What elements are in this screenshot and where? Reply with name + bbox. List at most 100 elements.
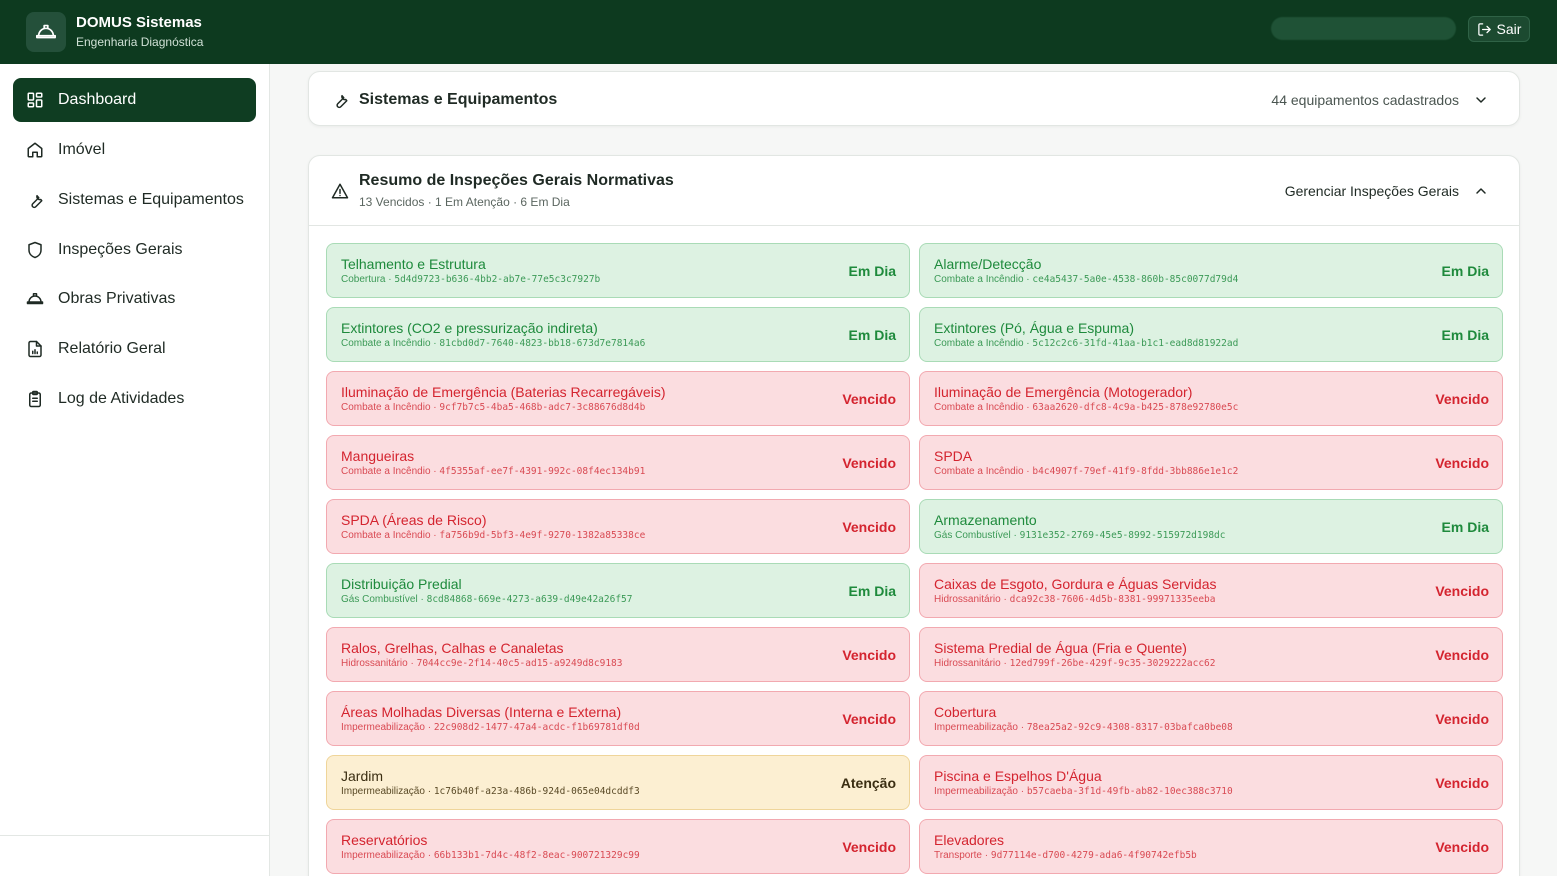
inspection-item[interactable]: SPDA Combate a Incêndio · b4c4907f-79ef-4… [919,435,1503,490]
inspection-item[interactable]: Armazenamento Gás Combustível · 9131e352-… [919,499,1503,554]
sidebar-item-relatorio[interactable]: Relatório Geral [13,327,256,371]
inspection-id: 9d77114e-d700-4279-ada6-4f90742efb5b [990,850,1197,861]
inspection-item[interactable]: Mangueiras Combate a Incêndio · 4f5355af-… [326,435,910,490]
equipment-count: 44 equipamentos cadastrados [1271,91,1459,108]
inspection-meta: Combate a Incêndio · 5c12c2c6-31fd-41aa-… [934,337,1488,351]
inspection-meta: Impermeabilização · b57caeba-3f1d-49fb-a… [934,785,1488,799]
user-badge[interactable] [1271,17,1456,40]
inspection-category: Impermeabilização [341,850,425,861]
inspections-grid: Telhamento e Estrutura Cobertura · 5d4d97… [326,243,1503,874]
inspections-header[interactable]: Resumo de Inspeções Gerais Normativas 13… [309,156,1519,226]
sidebar-item-label: Sistemas e Equipamentos [58,191,244,208]
meta-separator: · [1017,722,1027,733]
inspection-id: 8cd84868-669e-4273-a639-d49e42a26f57 [426,594,633,605]
inspection-name: Áreas Molhadas Diversas (Interna e Exter… [341,704,622,720]
inspection-item[interactable]: Piscina e Espelhos D'Água Impermeabilizaç… [919,755,1503,810]
inspection-category: Combate a Incêndio [341,530,431,541]
inspection-category: Gás Combustível [934,530,1011,541]
inspection-id: 5d4d9723-b636-4bb2-ab7e-77e5c3c7927b [394,274,601,285]
inspection-category: Hidrossanitário [934,594,1001,605]
inspection-id: 5c12c2c6-31fd-41aa-b1c1-ead8d81922ad [1032,338,1239,349]
inspection-id: 9cf7b7c5-4ba5-468b-adc7-3c88676d8d4b [439,402,646,413]
grid-icon [27,92,43,108]
inspection-item[interactable]: Jardim Impermeabilização · 1c76b40f-a23a-… [326,755,910,810]
inspection-meta: Combate a Incêndio · b4c4907f-79ef-41f9-… [934,465,1488,479]
inspection-item[interactable]: Sistema Predial de Água (Fria e Quente) H… [919,627,1503,682]
meta-separator: · [424,850,434,861]
inspection-item[interactable]: Distribuição Predial Gás Combustível · 8c… [326,563,910,618]
inspection-name: Cobertura [934,704,997,720]
inspection-category: Hidrossanitário [934,658,1001,669]
hard-hat-icon [26,293,44,305]
inspection-item[interactable]: Extintores (CO2 e pressurização indireta… [326,307,910,362]
inspections-card: Resumo de Inspeções Gerais Normativas 13… [308,155,1520,876]
clipboard-icon [29,390,41,408]
inspection-name: Extintores (CO2 e pressurização indireta… [341,320,598,336]
inspection-item[interactable]: Cobertura Impermeabilização · 78ea25a2-92… [919,691,1503,746]
inspection-item[interactable]: Reservatórios Impermeabilização · 66b133b… [326,819,910,874]
manage-inspections-link[interactable]: Gerenciar Inspeções Gerais [1285,183,1459,199]
inspection-category: Hidrossanitário [341,658,408,669]
inspection-name: SPDA [934,448,973,464]
status-badge: Vencido [1435,390,1489,407]
status-badge: Vencido [842,454,896,471]
warning-icon [331,183,349,198]
inspection-category: Combate a Incêndio [934,402,1024,413]
equipment-card[interactable]: Sistemas e Equipamentos 44 equipamentos … [308,71,1520,126]
inspection-category: Combate a Incêndio [934,338,1024,349]
inspection-meta: Combate a Incêndio · fa756b9d-5bf3-4e9f-… [341,529,895,543]
inspection-item[interactable]: Elevadores Transporte · 9d77114e-d700-427… [919,819,1503,874]
inspection-item[interactable]: Ralos, Grelhas, Calhas e Canaletas Hidros… [326,627,910,682]
sidebar-item-label: Obras Privativas [58,290,176,307]
inspection-item[interactable]: Áreas Molhadas Diversas (Interna e Exter… [326,691,910,746]
home-icon [27,142,43,158]
sidebar-item-label: Log de Atividades [58,390,185,407]
meta-separator: · [407,658,417,669]
status-badge: Atenção [840,774,896,791]
inspection-id: 66b133b1-7d4c-48f2-8eac-900721329c99 [433,850,640,861]
logout-button[interactable]: Sair [1468,16,1530,42]
inspection-meta: Impermeabilização · 78ea25a2-92c9-4308-8… [934,721,1488,735]
inspection-item[interactable]: Telhamento e Estrutura Cobertura · 5d4d97… [326,243,910,298]
meta-separator: · [424,722,434,733]
status-badge: Vencido [842,838,896,855]
inspection-id: 4f5355af-ee7f-4391-992c-08f4ec134b91 [439,466,646,477]
inspection-meta: Combate a Incêndio · 63aa2620-dfc8-4c9a-… [934,401,1488,415]
inspection-id: b4c4907f-79ef-41f9-8fdd-3bb886e1e1c2 [1032,466,1239,477]
meta-separator: · [1017,786,1027,797]
sidebar-item-dashboard[interactable]: Dashboard [13,78,256,122]
inspection-id: 7044cc9e-2f14-40c5-ad15-a9249d8c9183 [416,658,623,669]
sidebar-item-inspecoes[interactable]: Inspeções Gerais [13,228,256,272]
sidebar-footer [0,835,270,876]
sidebar-item-log[interactable]: Log de Atividades [13,377,256,421]
sidebar-item-sistemas[interactable]: Sistemas e Equipamentos [13,178,256,222]
inspection-item[interactable]: SPDA (Áreas de Risco) Combate a Incêndio … [326,499,910,554]
inspection-id: 22c908d2-1477-47a4-acdc-f1b69781df0d [433,722,640,733]
status-badge: Vencido [1435,710,1489,727]
inspection-meta: Impermeabilização · 22c908d2-1477-47a4-a… [341,721,895,735]
inspection-item[interactable]: Extintores (Pó, Água e Espuma) Combate a … [919,307,1503,362]
inspection-meta: Combate a Incêndio · 9cf7b7c5-4ba5-468b-… [341,401,895,415]
inspection-name: Armazenamento [934,512,1037,528]
chevron-down-icon[interactable] [1473,92,1489,108]
sidebar: Dashboard Imóvel Sistemas e Equipamentos… [0,64,270,876]
inspection-id: ce4a5437-5a0e-4538-860b-85c0077d79d4 [1032,274,1239,285]
inspection-category: Combate a Incêndio [934,274,1024,285]
inspection-item[interactable]: Alarme/Detecção Combate a Incêndio · ce4a… [919,243,1503,298]
chevron-up-icon[interactable] [1473,183,1489,199]
meta-separator: · [1000,594,1010,605]
inspection-name: Caixas de Esgoto, Gordura e Águas Servid… [934,576,1217,592]
logout-icon [1477,22,1491,36]
status-badge: Vencido [842,390,896,407]
sidebar-item-imovel[interactable]: Imóvel [13,128,256,172]
sidebar-item-obras[interactable]: Obras Privativas [13,277,256,321]
sidebar-item-label: Inspeções Gerais [58,241,183,258]
report-icon [28,340,42,358]
inspection-item[interactable]: Caixas de Esgoto, Gordura e Águas Servid… [919,563,1503,618]
inspections-summary: 13 Vencidos · 1 Em Atenção · 6 Em Dia [359,195,570,209]
inspection-item[interactable]: Iluminação de Emergência (Motogerador) Co… [919,371,1503,426]
inspection-item[interactable]: Iluminação de Emergência (Baterias Recar… [326,371,910,426]
inspection-category: Impermeabilização [341,722,425,733]
inspection-id: 63aa2620-dfc8-4c9a-b425-878e92780e5c [1032,402,1239,413]
status-badge: Vencido [842,646,896,663]
